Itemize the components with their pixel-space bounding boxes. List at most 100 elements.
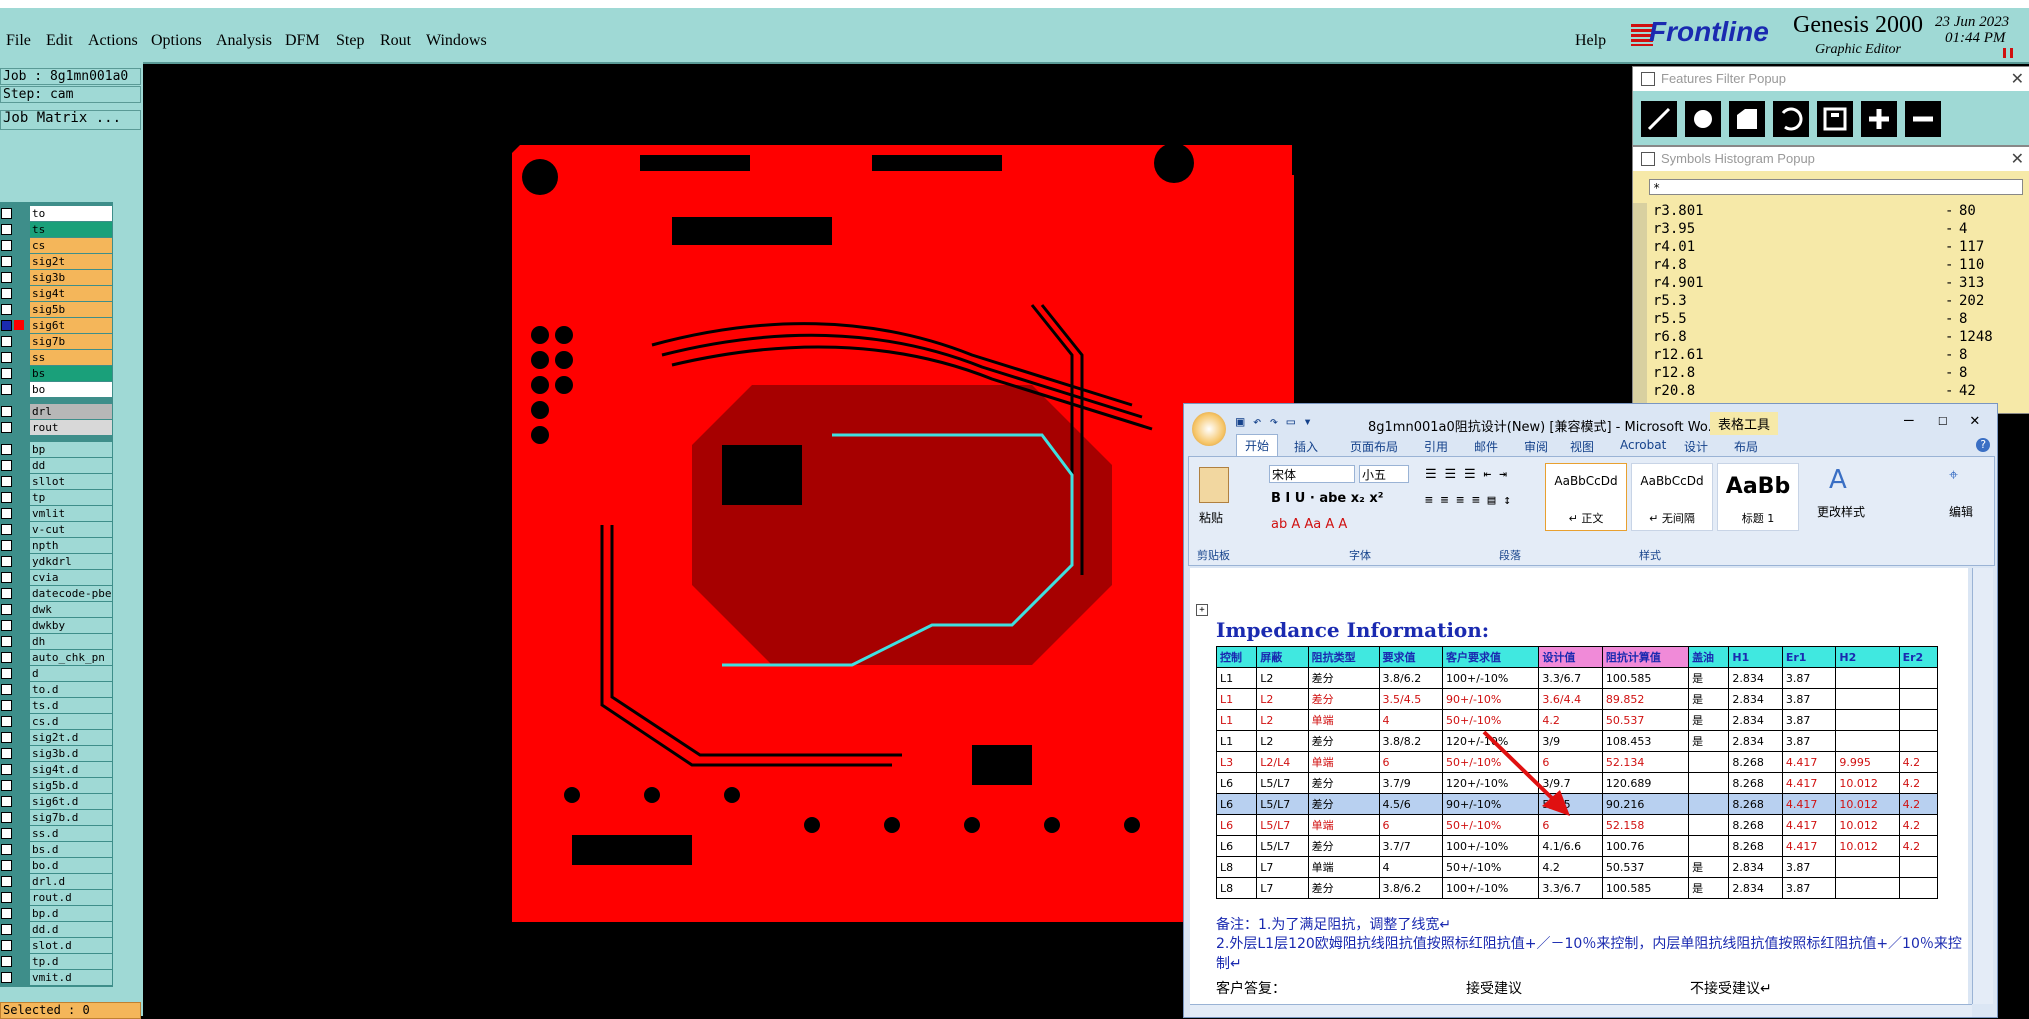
table-row[interactable]: L1 L2 差分 3.5/4.5 90+/-10% 3.6/4.4 89.852 是 2.834… [1215,688,1939,710]
table-cell[interactable] [1688,751,1730,773]
table-row[interactable]: L1 L2 差分 3.8/8.2 120+/-10% 3/9 108.453 是 2.834 3.… [1215,730,1939,752]
table-cell[interactable]: 3.87 [1781,856,1837,878]
layer-checkbox[interactable] [1,668,12,679]
table-cell[interactable]: 4.5/6 [1378,793,1444,815]
menu-rout[interactable]: Rout [380,32,411,50]
table-cell[interactable]: 4.417 [1781,751,1837,773]
symbol-row[interactable]: r6.8 -1248 [1649,329,2023,347]
layer-checkbox[interactable] [1,748,12,759]
layer-checkbox[interactable] [1,972,12,983]
table-cell[interactable]: 10.012 [1835,835,1900,857]
layer-checkbox[interactable] [1,620,12,631]
edit-label[interactable]: 编辑 [1949,503,1973,520]
table-row[interactable]: L6 L5/L7 单端 6 50+/-10% 6 52.158 8.268 4.417 10.01… [1215,814,1939,836]
table-cell[interactable]: 3.8/8.2 [1378,730,1444,752]
symbol-row[interactable]: r12.8 -8 [1649,365,2023,383]
table-cell[interactable]: 2.834 [1728,730,1783,752]
layer-name[interactable]: ydkdrl [30,554,112,569]
table-cell[interactable]: 100+/-10% [1442,877,1540,899]
table-cell[interactable]: 3.8/6.2 [1378,667,1444,689]
layer-row[interactable]: sig7b.d [0,810,113,825]
surface-tool-button[interactable] [1727,99,1767,139]
table-cell[interactable]: 9.995 [1835,751,1900,773]
line-tool-button[interactable] [1639,99,1679,139]
layer-name[interactable]: sig2t [30,254,112,269]
table-cell[interactable]: 90+/-10% [1442,688,1540,710]
paste-icon[interactable] [1199,467,1229,503]
table-cell[interactable]: 2.834 [1728,709,1783,731]
layer-checkbox[interactable] [1,684,12,695]
table-cell[interactable]: L2 [1256,688,1309,710]
table-cell[interactable]: 4.2 [1898,835,1939,857]
layer-checkbox[interactable] [1,524,12,535]
symbol-row[interactable]: r3.95 -4 [1649,221,2023,239]
table-cell[interactable]: 89.852 [1601,688,1690,710]
menu-step[interactable]: Step [336,32,364,50]
layer-row[interactable]: rout [0,420,113,435]
table-cell[interactable]: 是 [1688,709,1730,731]
layer-checkbox[interactable] [1,604,12,615]
layer-row[interactable]: sig6t.d [0,794,113,809]
ribbon-tab[interactable]: 开始 [1236,434,1279,456]
layer-checkbox[interactable] [1,460,12,471]
layer-row[interactable]: dwk [0,602,113,617]
scrollbar[interactable] [1633,203,1647,413]
table-cell[interactable] [1688,772,1730,794]
layer-name[interactable]: vmlit [30,506,112,521]
table-cell[interactable] [1835,667,1900,689]
table-cell[interactable]: L1 [1215,730,1258,752]
layer-row[interactable]: sig3b [0,270,113,285]
layer-checkbox[interactable] [1,828,12,839]
alignment-icons[interactable]: ≡ ≡ ≡ ≡ ▤ ↕ [1425,493,1511,508]
table-cell[interactable] [1688,793,1730,815]
layer-name[interactable]: vmit.d [30,970,112,985]
layer-checkbox[interactable] [1,406,12,417]
table-cell[interactable]: 4.2 [1898,793,1939,815]
table-cell[interactable]: 4 [1378,709,1444,731]
layer-name[interactable]: drl [30,404,112,419]
close-icon[interactable]: ✕ [2011,69,2024,89]
font-size-select[interactable]: 小五 [1359,465,1409,483]
table-cell[interactable]: L6 [1215,793,1258,815]
table-cell[interactable]: L5/L7 [1256,793,1309,815]
table-cell[interactable]: 3.7/9 [1378,772,1444,794]
table-cell[interactable]: L6 [1215,814,1258,836]
layer-name[interactable]: bp.d [30,906,112,921]
table-cell[interactable] [1835,856,1900,878]
help-icon[interactable]: ? [1976,438,1990,452]
paragraph-icons[interactable]: ☰ ☰ ☰ ⇤ ⇥ [1425,467,1507,482]
layer-checkbox[interactable] [1,652,12,663]
ribbon-tab[interactable]: Acrobat [1620,438,1666,452]
layer-name[interactable]: to.d [30,682,112,697]
layer-checkbox[interactable] [1,256,12,267]
layer-name[interactable]: sig5b [30,302,112,317]
layer-checkbox[interactable] [1,336,12,347]
horizontal-scrollbar[interactable] [1190,1004,1972,1017]
layer-row[interactable]: sig4t [0,286,113,301]
layer-name[interactable]: cs.d [30,714,112,729]
table-cell[interactable] [1898,688,1939,710]
layer-row[interactable]: drl.d [0,874,113,889]
layer-name[interactable]: bs.d [30,842,112,857]
layer-row[interactable]: npth [0,538,113,553]
layer-row[interactable]: tp.d [0,954,113,969]
table-cell[interactable]: 3.87 [1781,730,1837,752]
text-tool-button[interactable] [1815,99,1855,139]
layer-name[interactable]: tp.d [30,954,112,969]
layer-checkbox[interactable] [1,796,12,807]
layer-checkbox[interactable] [1,860,12,871]
menu-windows[interactable]: Windows [426,32,487,50]
layer-checkbox[interactable] [1,732,12,743]
font-color-icons[interactable]: ab A Aa A A [1271,517,1347,532]
table-cell[interactable] [1688,814,1730,836]
table-cell[interactable]: L6 [1215,835,1258,857]
table-cell[interactable]: L2 [1256,667,1309,689]
paste-label[interactable]: 粘贴 [1199,509,1223,526]
symbol-filter-input[interactable]: * [1649,179,2023,195]
table-cell[interactable]: 是 [1688,856,1730,878]
table-cell[interactable]: L5/L7 [1256,835,1309,857]
symbol-row[interactable]: r5.3 -202 [1649,293,2023,311]
menu-options[interactable]: Options [151,32,202,50]
table-cell[interactable]: 差分 [1307,793,1380,815]
table-cell[interactable]: 4.417 [1781,793,1837,815]
